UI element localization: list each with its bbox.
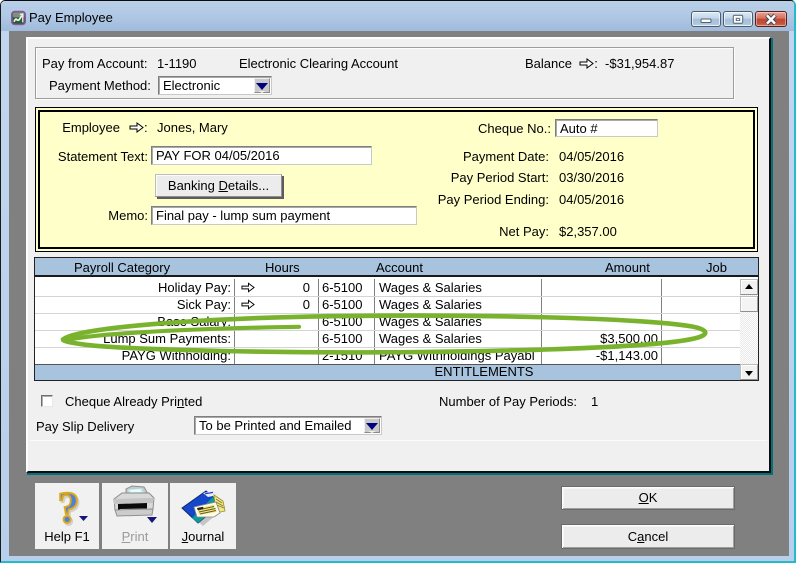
svg-text:?: ? [58,483,80,529]
